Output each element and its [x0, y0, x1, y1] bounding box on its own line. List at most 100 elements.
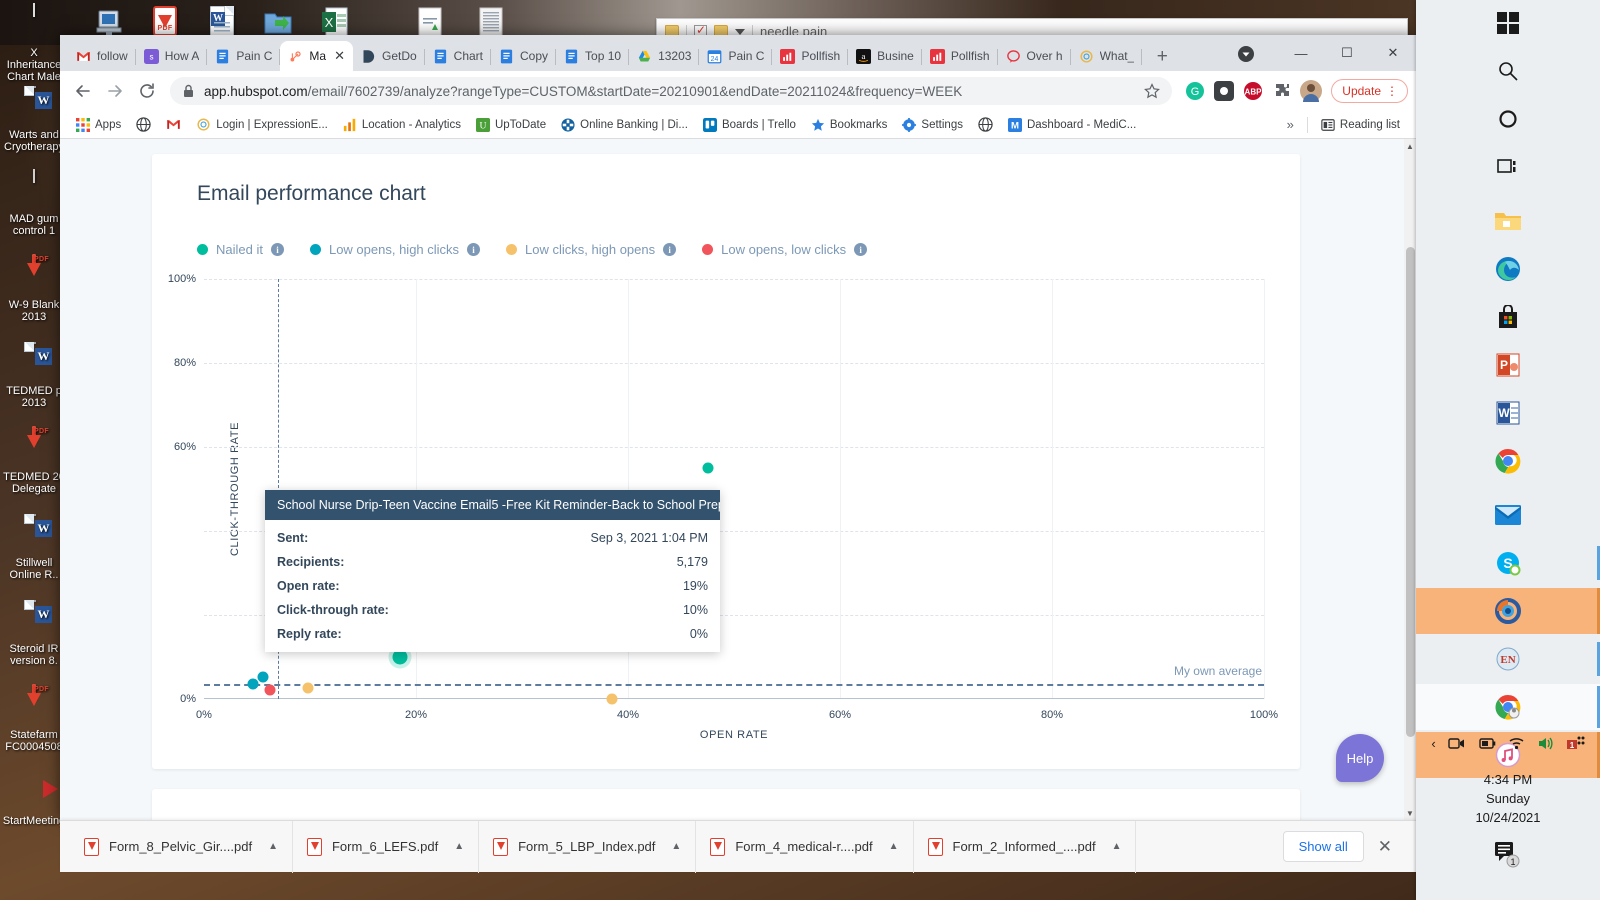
new-tab-button[interactable]: +	[1148, 43, 1176, 71]
page-scrollbar[interactable]: ▲ ▼	[1404, 139, 1416, 820]
show-all-downloads-button[interactable]: Show all	[1282, 831, 1364, 862]
desktop-icon-6[interactable]: W Stillwell Online R..	[2, 514, 66, 581]
bookmark-location-analytics[interactable]: Location - Analytics	[337, 115, 467, 135]
bookmark-star-icon[interactable]	[1144, 83, 1161, 99]
tab-getdo[interactable]: GetDo	[353, 41, 425, 71]
wifi-icon[interactable]	[1508, 736, 1525, 750]
bookmark-globe-1[interactable]	[130, 114, 157, 135]
word-button[interactable]: W	[1416, 390, 1600, 436]
info-icon[interactable]: i	[270, 243, 284, 256]
camera-icon[interactable]	[1447, 736, 1465, 751]
legend-item-low-clicks-high-opens[interactable]: Low clicks, high opens i	[506, 242, 677, 257]
adblock-plus-icon[interactable]: ABP	[1241, 79, 1265, 103]
battery-icon[interactable]	[1477, 737, 1496, 750]
close-window-button[interactable]: ✕	[1370, 35, 1416, 71]
bookmark-globe-2[interactable]	[972, 114, 999, 135]
desktop-icon-5[interactable]: PDF TEDMED 20 Delegate	[2, 426, 66, 495]
tab-follow[interactable]: follow	[68, 41, 136, 71]
bookmark-dashboard-medic[interactable]: M Dashboard - MediC...	[1002, 115, 1142, 135]
chevron-up-icon[interactable]: ▲	[671, 841, 681, 852]
endnote-button[interactable]: EN	[1416, 636, 1600, 682]
data-point-low-opens-high-clicks[interactable]	[247, 678, 259, 690]
data-point-low-opens-low-clicks[interactable]	[264, 684, 276, 696]
maximize-button[interactable]: ☐	[1324, 35, 1370, 71]
tab-pollfish-1[interactable]: Pollfish	[772, 41, 848, 71]
desktop-icon-7[interactable]: W Steroid IR version 8.	[2, 600, 66, 667]
download-item-4[interactable]: Form_2_Informed_....pdf ▲	[914, 820, 1137, 873]
forward-button[interactable]	[100, 76, 130, 106]
tab-copy[interactable]: Copy	[491, 41, 557, 71]
mail-button[interactable]	[1416, 492, 1600, 538]
close-downloads-shelf-button[interactable]: ✕	[1364, 837, 1406, 857]
legend-item-nailed-it[interactable]: Nailed it i	[197, 242, 284, 257]
bookmark-trello[interactable]: Boards | Trello	[697, 115, 802, 135]
dragon-naturallyspeaking-button[interactable]	[1416, 588, 1600, 634]
microsoft-store-button[interactable]	[1416, 294, 1600, 340]
desktop-icon-1[interactable]: W Warts and Cryotherapy	[2, 86, 66, 153]
scrollbar-thumb[interactable]	[1406, 247, 1415, 737]
close-icon[interactable]: ✕	[334, 48, 345, 64]
powerpoint-button[interactable]: P	[1416, 342, 1600, 388]
download-item-1[interactable]: Form_6_LEFS.pdf ▲	[293, 820, 480, 873]
cortana-button[interactable]	[1416, 96, 1600, 142]
chrome-button[interactable]	[1416, 438, 1600, 484]
tab-search-dropdown-icon[interactable]	[1236, 44, 1256, 64]
grammarly-extension-icon[interactable]: G	[1183, 79, 1207, 103]
desktop-icon-8[interactable]: PDF Statefarm FC0004508	[2, 684, 66, 753]
scroll-up-arrow-icon[interactable]: ▲	[1404, 139, 1416, 153]
taskbar-search-button[interactable]	[1416, 48, 1600, 94]
bookmark-gmail[interactable]	[160, 114, 187, 135]
action-center-button[interactable]: 1	[1416, 840, 1600, 870]
chevron-down-icon[interactable]	[735, 28, 745, 35]
desktop-icon-2[interactable]: MAD gum control 1	[2, 169, 66, 237]
reading-list-button[interactable]: Reading list	[1315, 115, 1406, 135]
tab-what[interactable]: What_	[1071, 41, 1143, 71]
taskbar-clock[interactable]: 4:34 PM Sunday 10/24/2021	[1416, 770, 1600, 827]
download-item-3[interactable]: Form_4_medical-r....pdf ▲	[696, 820, 914, 873]
chevron-up-icon[interactable]: ▲	[268, 841, 278, 852]
tab-hubspot-active[interactable]: Ma ✕	[280, 41, 353, 71]
legend-item-low-opens-low-clicks[interactable]: Low opens, low clicks i	[702, 242, 868, 257]
back-button[interactable]	[68, 76, 98, 106]
file-explorer-button[interactable]	[1416, 198, 1600, 244]
tab-over-h[interactable]: Over h	[998, 41, 1071, 71]
desktop-icon-0[interactable]: X Inheritance Chart Male	[2, 3, 66, 83]
show-hidden-icons-button[interactable]: ‹	[1431, 736, 1435, 751]
chevron-up-icon[interactable]: ▲	[1112, 841, 1122, 852]
download-item-2[interactable]: Form_5_LBP_Index.pdf ▲	[479, 820, 697, 873]
info-icon[interactable]: i	[854, 243, 868, 256]
help-button[interactable]: Help	[1336, 734, 1384, 782]
extensions-puzzle-icon[interactable]	[1270, 79, 1294, 103]
info-icon[interactable]: i	[663, 243, 677, 256]
tab-13203[interactable]: 13203	[629, 41, 700, 71]
data-point-low-opens-high-clicks[interactable]	[257, 671, 269, 683]
task-view-button[interactable]	[1416, 144, 1600, 190]
legend-item-low-opens-high-clicks[interactable]: Low opens, high clicks i	[309, 242, 481, 257]
tab-busine-amazon[interactable]: a Busine	[848, 41, 922, 71]
desktop-icon-9[interactable]: StartMeeting	[2, 772, 66, 827]
start-button[interactable]	[1416, 0, 1600, 46]
data-point-nailed-it[interactable]	[702, 462, 713, 474]
chevron-up-icon[interactable]: ▲	[454, 841, 464, 852]
chevron-up-icon[interactable]: ▲	[889, 841, 899, 852]
bookmark-settings[interactable]: Settings	[896, 115, 969, 135]
download-item-0[interactable]: Form_8_Pelvic_Gir....pdf ▲	[70, 820, 293, 873]
skype-button[interactable]: S	[1416, 540, 1600, 586]
bookmark-login-expressione[interactable]: Login | ExpressionE...	[190, 114, 334, 135]
chrome-window-button[interactable]	[1416, 684, 1600, 730]
tab-chart[interactable]: Chart	[425, 41, 492, 71]
tab-pain-c-calendar[interactable]: 24 Pain C	[699, 41, 773, 71]
more-menu-icon[interactable]: ⋮	[1386, 84, 1398, 98]
reload-button[interactable]	[132, 76, 162, 106]
minimize-button[interactable]: —	[1278, 35, 1324, 71]
desktop-icon-3[interactable]: PDF W-9 Blank 2013	[2, 254, 66, 323]
bookmarks-overflow-button[interactable]: »	[1281, 117, 1300, 132]
address-bar[interactable]: app.hubspot.com/email/7602739/analyze?ra…	[170, 77, 1173, 105]
bookmark-uptodate[interactable]: U UpToDate	[470, 115, 552, 135]
volume-icon[interactable]	[1537, 736, 1554, 751]
extension-icon[interactable]	[1212, 79, 1236, 103]
desktop-icon-4[interactable]: W TEDMED p 2013	[2, 342, 66, 409]
update-button[interactable]: Update ⋮	[1331, 79, 1408, 103]
tab-pain-c-docs[interactable]: Pain C	[207, 41, 281, 71]
microsoft-edge-button[interactable]	[1416, 246, 1600, 292]
